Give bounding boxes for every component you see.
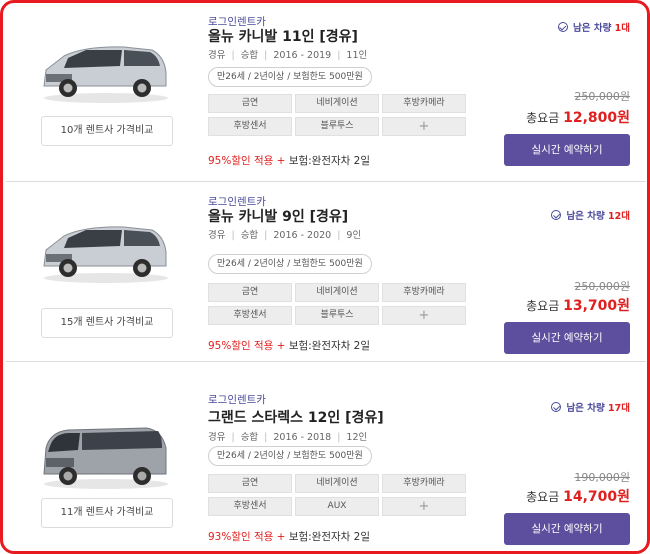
check-circle-icon xyxy=(557,22,568,32)
available-count: 12대 xyxy=(608,211,630,222)
reserve-button[interactable]: 실시간 예약하기 xyxy=(504,322,630,354)
fuel-type: 경유 xyxy=(208,230,226,241)
discount-info: 95%할인 적용 + 보험:완전자차 2일 xyxy=(208,153,370,168)
price-compare-button[interactable]: 11개 렌트사 가격비교 xyxy=(41,498,173,528)
car-info: 로그인렌트카 올뉴 카니발 11인 [경유] 경유 | 승합 | 2016 - 2019… xyxy=(208,6,468,181)
car-class: 승합 xyxy=(240,50,259,61)
price-compare-button[interactable]: 15개 렌트사 가격비교 xyxy=(41,308,173,338)
minivan-image[interactable] xyxy=(34,214,174,286)
car-model-title[interactable]: 그랜드 스타렉스 12인 [경유] xyxy=(208,407,384,427)
discount-info: 95%할인 적용 + 보험:완전자차 2일 xyxy=(208,338,370,353)
results-frame: 10개 렌트사 가격비교 로그인렌트카 올뉴 카니발 11인 [경유] 경유 | 승… xyxy=(0,0,650,554)
car-meta: 경유 | 승합 | 2016 - 2018 | 12인 xyxy=(208,432,368,443)
car-card: 15개 렌트사 가격비교 로그인렌트카 올뉴 카니발 9인 [경유] 경유 | 승합… xyxy=(6,186,646,362)
total-amount: 12,800원 xyxy=(563,110,630,126)
car-image-column: 15개 렌트사 가격비교 xyxy=(6,186,206,361)
insurance-info: 보험:완전자차 2일 xyxy=(288,155,371,167)
price-column: 남은 차량 1대 250,000원 총요금 12,800원 실시간 예약하기 xyxy=(504,6,644,181)
discount-rate: 95%할인 적용 xyxy=(208,155,274,167)
check-circle-icon xyxy=(551,210,562,220)
discount-rate: 95%할인 적용 xyxy=(208,340,274,352)
total-amount: 14,700원 xyxy=(563,489,630,505)
option-navigation: 네비게이션 xyxy=(295,94,379,113)
seat-count: 11인 xyxy=(346,50,368,61)
option-bluetooth: 블루투스 xyxy=(295,306,379,325)
car-image-column: 11개 렌트사 가격비교 xyxy=(6,376,206,551)
fuel-type: 경유 xyxy=(208,432,226,443)
insurance-info: 보험:완전자차 2일 xyxy=(288,531,371,543)
option-rear-sensor: 후방센서 xyxy=(208,117,292,136)
insurance-info: 보험:완전자차 2일 xyxy=(288,340,371,352)
total-amount: 13,700원 xyxy=(563,298,630,314)
minivan-image[interactable] xyxy=(34,418,174,490)
available-label: 남은 차량 xyxy=(566,403,605,414)
car-image-column: 10개 렌트사 가격비교 xyxy=(6,6,206,181)
option-no-smoking: 금연 xyxy=(208,474,292,493)
discount-rate: 93%할인 적용 xyxy=(208,531,274,543)
total-label: 총요금 xyxy=(526,490,560,504)
plus-sign: + xyxy=(276,340,286,352)
car-info: 로그인렌트카 그랜드 스타렉스 12인 [경유] 경유 | 승합 | 2016 - 20… xyxy=(208,376,468,551)
car-info: 로그인렌트카 올뉴 카니발 9인 [경유] 경유 | 승합 | 2016 - 2020 |… xyxy=(208,186,468,361)
option-bluetooth: 블루투스 xyxy=(295,117,379,136)
plus-sign: + xyxy=(276,531,286,543)
total-label: 총요금 xyxy=(526,299,560,313)
option-rear-camera: 후방카메라 xyxy=(382,474,466,493)
car-class: 승합 xyxy=(240,230,259,241)
car-class: 승합 xyxy=(240,432,259,443)
more-options-button[interactable]: + xyxy=(382,497,466,516)
available-label: 남은 차량 xyxy=(573,23,612,34)
total-price: 총요금 12,800원 xyxy=(526,107,630,127)
fuel-type: 경유 xyxy=(208,50,226,61)
rental-condition-badge: 만26세 / 2년이상 / 보험한도 500만원 xyxy=(208,254,372,274)
model-years: 2016 - 2020 xyxy=(273,230,332,241)
available-count: 17대 xyxy=(608,403,630,414)
rental-condition-badge: 만26세 / 2년이상 / 보험한도 500만원 xyxy=(208,446,372,466)
available-cars: 남은 차량 12대 xyxy=(551,208,630,222)
available-label: 남은 차량 xyxy=(566,211,605,222)
option-no-smoking: 금연 xyxy=(208,283,292,302)
option-navigation: 네비게이션 xyxy=(295,474,379,493)
car-card: 10개 렌트사 가격비교 로그인렌트카 올뉴 카니발 11인 [경유] 경유 | 승… xyxy=(6,6,646,182)
car-model-title[interactable]: 올뉴 카니발 11인 [경유] xyxy=(208,26,358,46)
option-rear-camera: 후방카메라 xyxy=(382,283,466,302)
discount-info: 93%할인 적용 + 보험:완전자차 2일 xyxy=(208,529,370,544)
original-price: 250,000원 xyxy=(574,90,630,103)
available-cars: 남은 차량 17대 xyxy=(551,400,630,414)
option-no-smoking: 금연 xyxy=(208,94,292,113)
more-options-button[interactable]: + xyxy=(382,117,466,136)
original-price: 190,000원 xyxy=(574,471,630,484)
option-aux: AUX xyxy=(295,497,379,516)
price-column: 남은 차량 12대 250,000원 총요금 13,700원 실시간 예약하기 xyxy=(504,186,644,361)
option-rear-camera: 후방카메라 xyxy=(382,94,466,113)
option-rear-sensor: 후방센서 xyxy=(208,306,292,325)
check-circle-icon xyxy=(551,402,562,412)
minivan-image[interactable] xyxy=(34,34,174,106)
more-options-button[interactable]: + xyxy=(382,306,466,325)
car-meta: 경유 | 승합 | 2016 - 2020 | 9인 xyxy=(208,230,362,241)
option-rear-sensor: 후방센서 xyxy=(208,497,292,516)
price-compare-button[interactable]: 10개 렌트사 가격비교 xyxy=(41,116,173,146)
available-cars: 남은 차량 1대 xyxy=(557,20,630,34)
model-years: 2016 - 2018 xyxy=(273,432,332,443)
option-navigation: 네비게이션 xyxy=(295,283,379,302)
rental-company: 로그인렌트카 xyxy=(208,394,266,406)
car-meta: 경유 | 승합 | 2016 - 2019 | 11인 xyxy=(208,50,368,61)
available-count: 1대 xyxy=(614,23,630,34)
original-price: 250,000원 xyxy=(574,280,630,293)
plus-sign: + xyxy=(276,155,286,167)
total-price: 총요금 13,700원 xyxy=(526,295,630,315)
price-column: 남은 차량 17대 190,000원 총요금 14,700원 실시간 예약하기 xyxy=(504,376,644,551)
rental-condition-badge: 만26세 / 2년이상 / 보험한도 500만원 xyxy=(208,67,372,87)
seat-count: 12인 xyxy=(346,432,368,443)
model-years: 2016 - 2019 xyxy=(273,50,332,61)
reserve-button[interactable]: 실시간 예약하기 xyxy=(504,134,630,166)
seat-count: 9인 xyxy=(346,230,362,241)
reserve-button[interactable]: 실시간 예약하기 xyxy=(504,513,630,545)
total-label: 총요금 xyxy=(526,111,560,125)
car-card: 11개 렌트사 가격비교 로그인렌트카 그랜드 스타렉스 12인 [경유] 경유… xyxy=(6,376,646,551)
total-price: 총요금 14,700원 xyxy=(526,486,630,506)
car-model-title[interactable]: 올뉴 카니발 9인 [경유] xyxy=(208,206,348,226)
